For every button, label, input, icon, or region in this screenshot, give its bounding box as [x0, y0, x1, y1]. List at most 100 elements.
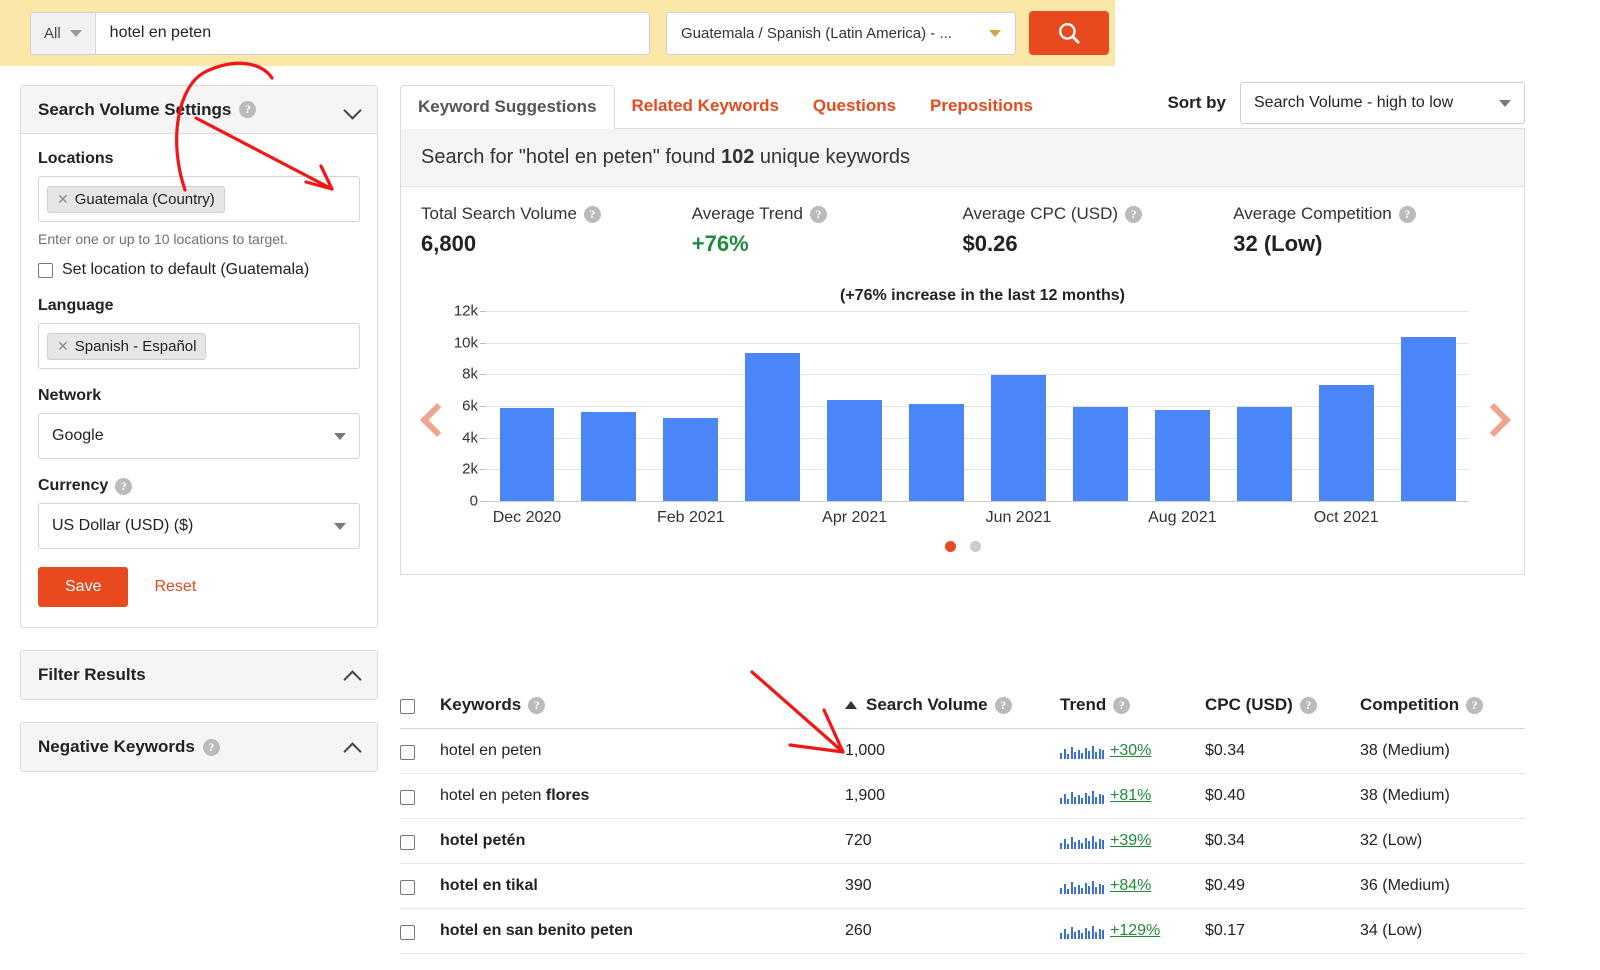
result-summary-count: 102: [720, 146, 755, 168]
chart-bar-cell[interactable]: [568, 311, 650, 501]
chart-bar-cell[interactable]: [1141, 311, 1223, 501]
help-icon[interactable]: ?: [809, 205, 827, 223]
chart-bar-cell[interactable]: [1059, 311, 1141, 501]
chart-bar[interactable]: [745, 352, 801, 501]
sort-select[interactable]: Search Volume - high to low: [1240, 82, 1525, 124]
help-icon[interactable]: ?: [994, 696, 1012, 714]
chart-bar[interactable]: [1400, 337, 1456, 501]
main-content: Keyword Suggestions Related Keywords Que…: [400, 82, 1525, 575]
carousel-prev-button[interactable]: [417, 402, 451, 436]
chart-bar[interactable]: [581, 411, 637, 501]
chart-bar[interactable]: [1072, 406, 1128, 501]
trend-percent[interactable]: +39%: [1110, 832, 1151, 850]
search-input-group[interactable]: All hotel en peten: [30, 11, 650, 55]
row-checkbox[interactable]: [400, 789, 415, 805]
default-location-checkbox[interactable]: [38, 263, 53, 278]
chart-bar[interactable]: [1154, 409, 1210, 501]
carousel-next-button[interactable]: [1474, 402, 1508, 436]
currency-select[interactable]: US Dollar (USD) ($): [38, 503, 360, 549]
help-icon[interactable]: ?: [1466, 696, 1484, 714]
trend-percent[interactable]: +84%: [1110, 877, 1151, 895]
language-token[interactable]: ✕ Spanish - Español: [47, 332, 207, 360]
row-checkbox[interactable]: [400, 924, 415, 940]
help-icon[interactable]: ?: [202, 738, 220, 756]
chart-bar-cell[interactable]: [650, 311, 732, 501]
column-header-search-volume[interactable]: Search Volume?: [845, 695, 1060, 715]
chart-bar[interactable]: [909, 403, 964, 501]
help-icon[interactable]: ?: [1125, 205, 1143, 223]
x-tick-label: [1059, 509, 1141, 527]
reset-button[interactable]: Reset: [154, 578, 196, 596]
default-location-row[interactable]: Set location to default (Guatemala): [38, 261, 360, 279]
carousel-dot-2[interactable]: [969, 541, 981, 552]
select-all-checkbox[interactable]: [400, 698, 415, 714]
row-select-cell[interactable]: [400, 923, 440, 940]
chart-bar-cell[interactable]: [486, 311, 568, 501]
help-icon[interactable]: ?: [239, 101, 257, 118]
chevron-up-icon[interactable]: [345, 668, 360, 683]
row-checkbox[interactable]: [400, 834, 415, 850]
chevron-up-icon[interactable]: [345, 740, 360, 755]
negative-keywords-header[interactable]: Negative Keywords ?: [21, 723, 377, 771]
chevron-down-icon[interactable]: [345, 102, 360, 117]
chart-bar[interactable]: [499, 407, 555, 501]
locations-input[interactable]: ✕ Guatemala (Country): [38, 176, 360, 222]
search-scope-dropdown[interactable]: All: [31, 12, 96, 54]
tab-related-keywords[interactable]: Related Keywords: [615, 84, 796, 128]
chart-bar-cell[interactable]: [1387, 311, 1469, 501]
help-icon[interactable]: ?: [528, 696, 546, 714]
default-location-label: Set location to default (Guatemala): [62, 261, 310, 278]
search-input[interactable]: hotel en peten: [96, 13, 649, 54]
trend-percent[interactable]: +30%: [1110, 742, 1151, 760]
trend-percent[interactable]: +81%: [1110, 787, 1151, 805]
row-select-cell[interactable]: [400, 833, 440, 850]
column-header-keywords[interactable]: Keywords?: [440, 695, 845, 715]
chart-bar[interactable]: [663, 417, 719, 501]
column-header-cpc[interactable]: CPC (USD)?: [1205, 695, 1360, 715]
table-row[interactable]: hotel en peten 1,000 +30% $0.34 38 (Medium): [400, 729, 1525, 774]
chart-bar-cell[interactable]: [978, 311, 1060, 501]
help-icon[interactable]: ?: [115, 477, 133, 495]
save-button[interactable]: Save: [38, 567, 129, 607]
help-icon[interactable]: ?: [583, 205, 601, 223]
row-select-cell[interactable]: [400, 878, 440, 895]
row-checkbox[interactable]: [400, 744, 415, 760]
remove-token-icon[interactable]: ✕: [57, 338, 69, 355]
row-select-cell[interactable]: [400, 788, 440, 805]
table-row[interactable]: hotel petén 720 +39% $0.34 32 (Low): [400, 819, 1525, 864]
table-row[interactable]: hotel en tikal 390 +84% $0.49 36 (Medium): [400, 864, 1525, 909]
chart-bar-cell[interactable]: [896, 311, 978, 501]
chart-bar[interactable]: [1318, 384, 1374, 501]
trend-percent[interactable]: +129%: [1110, 922, 1160, 940]
help-icon[interactable]: ?: [1113, 696, 1131, 714]
chart-bar-cell[interactable]: [814, 311, 896, 501]
filter-results-header[interactable]: Filter Results: [21, 651, 377, 699]
language-input[interactable]: ✕ Spanish - Español: [38, 323, 360, 369]
chart-bar-cell[interactable]: [732, 311, 814, 501]
tab-questions[interactable]: Questions: [796, 84, 913, 128]
locale-dropdown[interactable]: Guatemala / Spanish (Latin America) - ..…: [666, 11, 1016, 55]
help-icon[interactable]: ?: [1299, 696, 1317, 714]
column-header-competition[interactable]: Competition?: [1360, 695, 1525, 715]
search-volume-settings-header[interactable]: Search Volume Settings ?: [21, 86, 377, 134]
network-select[interactable]: Google: [38, 413, 360, 459]
carousel-dot-1[interactable]: [944, 541, 956, 552]
tab-keyword-suggestions[interactable]: Keyword Suggestions: [400, 85, 615, 129]
table-row[interactable]: hotel en san benito peten 260 +129% $0.17 34…: [400, 909, 1525, 954]
tab-prepositions[interactable]: Prepositions: [913, 84, 1050, 128]
chart-bar[interactable]: [1236, 406, 1292, 501]
chart-bar-cell[interactable]: [1305, 311, 1387, 501]
remove-token-icon[interactable]: ✕: [57, 191, 69, 208]
select-all-cell[interactable]: [400, 697, 440, 714]
chart-bar-cell[interactable]: [1223, 311, 1305, 501]
chart-bar[interactable]: [827, 400, 883, 501]
chart-bar[interactable]: [991, 375, 1046, 501]
table-row[interactable]: hotel en peten flores 1,900 +81% $0.40 38 (M…: [400, 774, 1525, 819]
column-header-trend[interactable]: Trend?: [1060, 695, 1205, 715]
search-button[interactable]: [1029, 11, 1109, 55]
row-checkbox[interactable]: [400, 879, 415, 895]
cell-competition: 38 (Medium): [1360, 787, 1450, 804]
help-icon[interactable]: ?: [1398, 205, 1416, 223]
row-select-cell[interactable]: [400, 743, 440, 760]
location-token[interactable]: ✕ Guatemala (Country): [47, 185, 225, 213]
